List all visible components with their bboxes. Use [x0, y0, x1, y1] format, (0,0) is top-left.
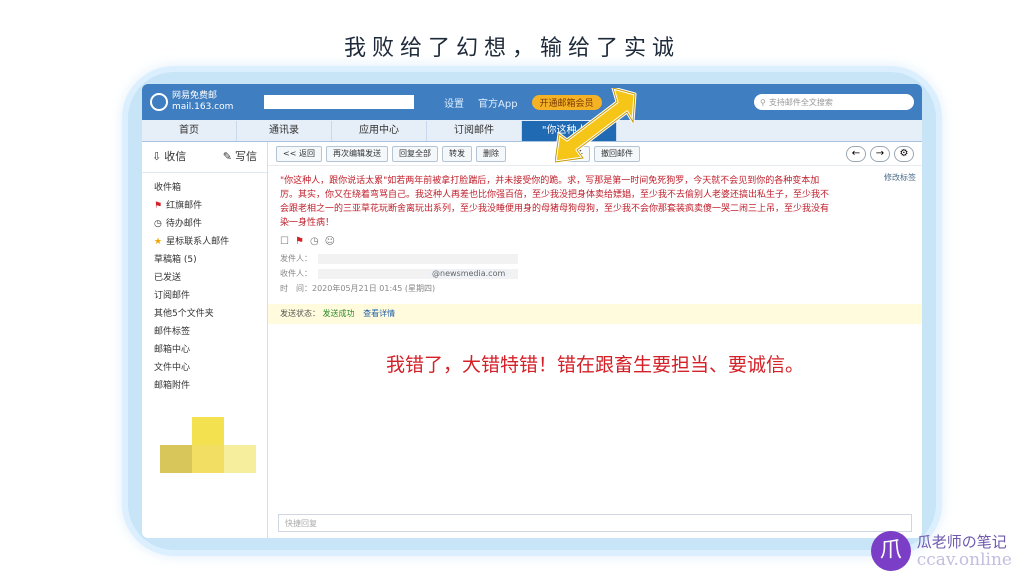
tags-link[interactable]: 修改标签	[884, 172, 916, 183]
to-label: 收件人：	[280, 269, 312, 278]
tab-subscriptions[interactable]: 订阅邮件	[427, 121, 522, 141]
search-icon: ⚲	[760, 97, 766, 107]
folder-item[interactable]: ★ 星标联系人邮件	[154, 233, 255, 251]
tab-apps[interactable]: 应用中心	[332, 121, 427, 141]
compose-button[interactable]: ✎ 写信	[223, 148, 257, 164]
tab-bar: 首页 通讯录 应用中心 订阅邮件 "你这种人...	[142, 120, 922, 142]
gear-icon[interactable]: ⚙	[894, 145, 914, 162]
resend-button[interactable]: 再次编辑发送	[325, 145, 388, 162]
next-arrow-icon[interactable]: →	[870, 145, 890, 162]
folder-item[interactable]: 收件箱	[154, 179, 255, 197]
tab-contacts[interactable]: 通讯录	[237, 121, 332, 141]
folder-item[interactable]: 已发送	[154, 269, 255, 287]
mood-icon[interactable]: ☺	[325, 236, 335, 247]
message-pane: << 返回 再次编辑发送 回复全部 转发 删除 更多 撤回邮件 ← → ⚙	[268, 142, 922, 538]
watermark: 爪 瓜老师の笔记 ccav.online	[870, 531, 1012, 571]
compose-icon: ✎	[222, 149, 232, 163]
bookmark-icon[interactable]: ☐	[280, 236, 289, 247]
inbox-label: 收信	[164, 150, 187, 163]
folder-item[interactable]: 邮件标签	[154, 323, 255, 341]
watermark-line-1: 瓜老师の笔记	[916, 533, 1007, 551]
folder-item[interactable]: 文件中心	[154, 359, 255, 377]
to-domain[interactable]: @newsmedia.com	[428, 269, 510, 278]
screenshot-frame: 网易免费邮 mail.163.com 设置 官方App 开通邮箱会员 ⚲ 支持邮…	[128, 72, 936, 550]
sidebar: ⇩ 收信 ✎ 写信 收件箱 ⚑红旗邮件 ◷待办邮件 ★星标联系人邮件 草稿	[142, 142, 268, 538]
delete-button[interactable]: 删除	[475, 145, 506, 162]
clock-icon[interactable]: ◷	[310, 236, 319, 247]
message-body: 我错了，大错特错！错在跟畜生要担当、要诚信。	[385, 354, 804, 376]
folder-item[interactable]: 订阅邮件	[154, 287, 255, 305]
logo[interactable]: 网易免费邮 mail.163.com	[150, 91, 246, 113]
clock-icon: ◷	[154, 219, 162, 229]
slide-title: 我败给了幻想，输给了实诚	[343, 36, 680, 61]
compose-label: 写信	[235, 150, 257, 163]
star-icon: ★	[154, 237, 163, 247]
folder-item[interactable]: 邮箱中心	[154, 341, 255, 359]
logo-icon	[150, 93, 168, 111]
status-details-link[interactable]: 查看详情	[363, 309, 395, 318]
folder-item[interactable]: ◷ 待办邮件	[154, 215, 255, 233]
message-subject: "你这种人，跟你说话太累"如若两年前被拿打脸踹后，并未接受你的跪。求，写那是第一…	[280, 176, 830, 228]
search-placeholder: 支持邮件全文搜索	[768, 97, 833, 107]
status-label: 发送状态：	[280, 309, 320, 318]
app-link[interactable]: 官方App	[478, 95, 518, 110]
sent-time: 时 间：2020年05月21日 01:45 (星期四)	[280, 284, 436, 293]
account-redacted	[264, 95, 414, 109]
slide: 我败给了幻想，输给了实诚 网易免费邮 mail.163.com 设置 官方App…	[0, 0, 1024, 577]
prev-arrow-icon[interactable]: ←	[846, 145, 866, 162]
back-button[interactable]: << 返回	[276, 145, 322, 162]
from-redacted	[318, 253, 518, 264]
top-bar: 网易免费邮 mail.163.com 设置 官方App 开通邮箱会员 ⚲ 支持邮…	[142, 84, 922, 120]
forward-button[interactable]: 转发	[441, 145, 472, 162]
folder-item[interactable]: 其他5个文件夹	[154, 305, 255, 323]
folder-item[interactable]: 草稿箱 (5)	[154, 251, 255, 269]
logo-text-2: mail.163.com	[172, 102, 234, 112]
arrow-pointer-icon	[555, 88, 637, 164]
inbox-button[interactable]: ⇩ 收信	[152, 148, 186, 164]
search-input[interactable]: ⚲ 支持邮件全文搜索	[754, 94, 914, 110]
flag-icon[interactable]: ⚑	[295, 236, 304, 247]
watermark-line-2: ccav.online	[916, 550, 1012, 570]
send-status-bar: 发送状态： 发送成功 查看详情	[268, 304, 922, 324]
logo-text-1: 网易免费邮	[172, 91, 218, 101]
quick-reply-input[interactable]: 快捷回复	[278, 514, 912, 532]
tab-home[interactable]: 首页	[142, 121, 237, 141]
inbox-icon: ⇩	[152, 149, 162, 163]
reply-all-button[interactable]: 回复全部	[391, 145, 438, 162]
mail-window: 网易免费邮 mail.163.com 设置 官方App 开通邮箱会员 ⚲ 支持邮…	[142, 84, 922, 538]
watermark-logo-icon: 爪	[870, 531, 911, 571]
redacted-block	[142, 417, 267, 477]
flag-icon: ⚑	[154, 201, 163, 211]
from-label: 发件人：	[280, 254, 312, 263]
folder-item[interactable]: 邮箱附件	[154, 377, 255, 395]
status-value: 发送成功	[322, 309, 355, 318]
settings-link[interactable]: 设置	[444, 95, 464, 110]
folder-list: 收件箱 ⚑ 红旗邮件 ◷ 待办邮件 ★ 星标联系人邮件 草稿箱 (5) 已发送 订阅邮…	[142, 173, 267, 401]
folder-item[interactable]: ⚑ 红旗邮件	[154, 197, 255, 215]
